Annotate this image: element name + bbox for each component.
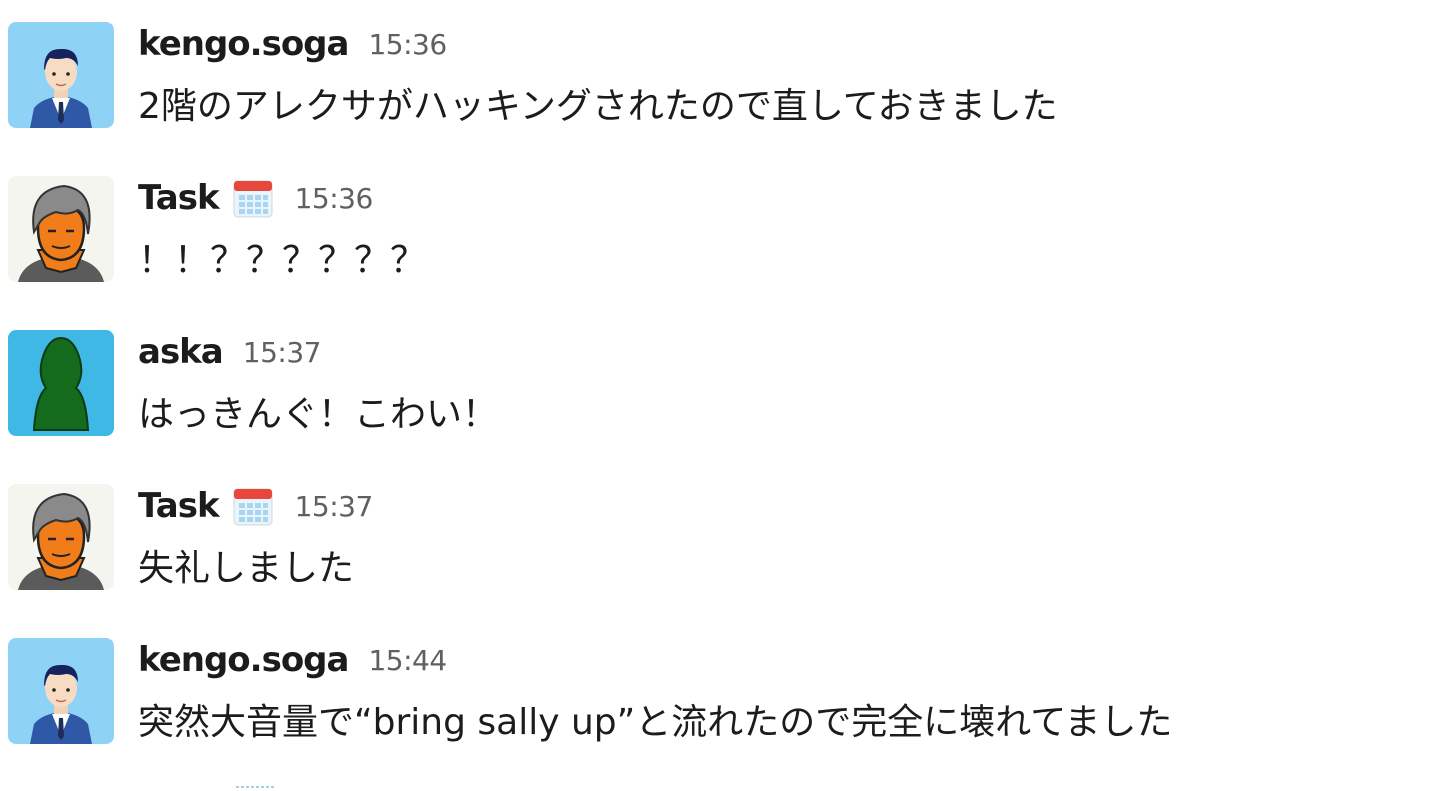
- message-item: kengo.soga 15:36 2階のアレクサがハッキングされたので直しておき…: [0, 0, 1440, 140]
- orange-face-avatar-icon[interactable]: [8, 484, 114, 590]
- username[interactable]: kengo.soga: [138, 24, 349, 64]
- timestamp[interactable]: 15:37: [295, 490, 374, 523]
- timestamp[interactable]: 15:36: [295, 182, 374, 215]
- next-message-edge: [236, 786, 274, 788]
- message-header: kengo.soga 15:44: [138, 636, 447, 684]
- username[interactable]: Task: [138, 178, 220, 218]
- message-header: aska 15:37: [138, 328, 321, 376]
- username[interactable]: kengo.soga: [138, 640, 349, 680]
- username[interactable]: aska: [138, 332, 224, 372]
- calendar-icon: [231, 484, 275, 528]
- message-item: Task 15:37 失礼しました: [0, 462, 1440, 602]
- username[interactable]: Task: [138, 486, 220, 526]
- message-header: kengo.soga 15:36: [138, 20, 447, 68]
- message-text: 突然大音量で“bring sally up”と流れたので完全に壊れてました: [138, 702, 1173, 743]
- man-in-suit-avatar-icon[interactable]: [8, 638, 114, 744]
- message-text: 2階のアレクサがハッキングされたので直しておきました: [138, 86, 1058, 127]
- message-item: Task 15:36 ！！？？？？？？: [0, 154, 1440, 294]
- timestamp[interactable]: 15:37: [243, 336, 322, 369]
- orange-face-avatar-icon[interactable]: [8, 176, 114, 282]
- message-text: 失礼しました: [138, 548, 355, 589]
- message-item: kengo.soga 15:44 突然大音量で“bring sally up”と…: [0, 616, 1440, 756]
- man-in-suit-avatar-icon[interactable]: [8, 22, 114, 128]
- message-item: aska 15:37 はっきんぐ！こわい！: [0, 308, 1440, 448]
- message-header: Task 15:36: [138, 174, 373, 222]
- green-silhouette-avatar-icon[interactable]: [8, 330, 114, 436]
- message-text: ！！？？？？？？: [138, 240, 427, 281]
- timestamp[interactable]: 15:44: [368, 644, 447, 677]
- message-header: Task 15:37: [138, 482, 373, 530]
- message-list: kengo.soga 15:36 2階のアレクサがハッキングされたので直しておき…: [0, 0, 1440, 791]
- message-text: はっきんぐ！こわい！: [138, 394, 499, 435]
- timestamp[interactable]: 15:36: [368, 28, 447, 61]
- calendar-icon: [231, 176, 275, 220]
